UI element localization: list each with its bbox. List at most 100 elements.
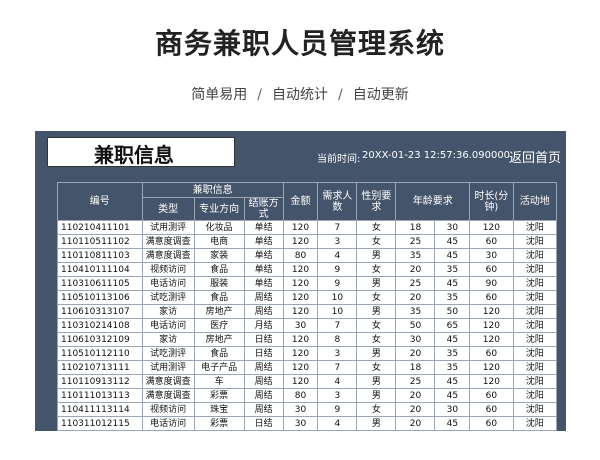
cell-code: 110110511102 <box>57 234 143 249</box>
cell-count: 7 <box>317 220 358 235</box>
cell-gender: 男 <box>356 248 397 263</box>
cell-amount: 80 <box>282 388 319 403</box>
cell-gender: 女 <box>356 360 397 375</box>
cell-amount: 80 <box>282 248 319 263</box>
cell-amount: 120 <box>282 262 319 277</box>
cell-code: 110210713111 <box>57 360 143 375</box>
cell-gender: 男 <box>356 304 397 319</box>
cell-duration: 60 <box>469 290 514 305</box>
cell-duration: 120 <box>469 220 514 235</box>
cell-gender: 男 <box>356 346 397 361</box>
cell-count: 4 <box>317 416 358 431</box>
table-row: 110311012115 电话访问 彩票 日结 30 4 男 20 45 60 沈阳 <box>57 416 558 431</box>
cell-direction: 电商 <box>193 234 245 249</box>
cell-gender: 女 <box>356 220 397 235</box>
cell-direction: 医疗 <box>193 318 245 333</box>
cell-type: 视频访问 <box>141 402 195 417</box>
current-time-value: 20XX-01-23 12:57:36.090000 <box>362 150 511 161</box>
cell-direction: 珠宝 <box>193 402 245 417</box>
table-row: 110610312109 家访 房地产 日结 120 8 女 30 45 120 沈阳 <box>57 332 558 347</box>
cell-age-max: 45 <box>434 388 471 403</box>
cell-type: 电话访问 <box>141 416 195 431</box>
cell-place: 沈阳 <box>512 332 558 347</box>
subtitle-item: 简单易用 <box>191 87 248 103</box>
cell-type: 家访 <box>141 332 195 347</box>
cell-count: 9 <box>317 262 358 277</box>
cell-age-min: 25 <box>395 276 436 291</box>
back-home-link[interactable]: 返回首页 <box>509 147 561 166</box>
cell-settle: 日结 <box>243 332 284 347</box>
cell-duration: 60 <box>469 430 514 431</box>
cell-place: 沈阳 <box>512 402 558 417</box>
cell-age-max: 35 <box>434 262 471 277</box>
cell-count: 7 <box>317 360 358 375</box>
cell-amount: 120 <box>282 290 319 305</box>
cell-settle: 周结 <box>243 290 284 305</box>
table-row: 110110511102 满意度调查 电商 单结 120 3 女 25 45 60 沈阳 <box>57 234 558 249</box>
section-heading: 兼职信息 <box>94 143 174 167</box>
cell-count: 10 <box>317 304 358 319</box>
cell-settle: 单结 <box>243 234 284 249</box>
cell-age-min: 20 <box>395 262 436 277</box>
col-gender-header: 性别要求 <box>356 182 397 221</box>
cell-count: 9 <box>317 276 358 291</box>
cell-code: 110411113114 <box>57 402 143 417</box>
cell-amount: 30 <box>282 402 319 417</box>
cell-direction: 食品 <box>193 290 245 305</box>
cell-type: 家访 <box>141 304 195 319</box>
cell-direction: 彩票 <box>193 416 245 431</box>
subtitle: 简单易用 / 自动统计 / 自动更新 <box>0 84 600 104</box>
table-row: 110310214108 电话访问 医疗 月结 30 7 女 50 65 120 沈阳 <box>57 318 558 333</box>
cell-age-max: 30 <box>434 402 471 417</box>
cell-place: 沈阳 <box>512 290 558 305</box>
table-row: 110510112110 试吃测评 食品 日结 120 3 男 20 35 60 沈阳 <box>57 346 558 361</box>
cell-code: 110110811103 <box>57 248 143 263</box>
cell-age-max: 45 <box>434 332 471 347</box>
cell-count: 3 <box>317 388 358 403</box>
cell-amount: 80 <box>282 430 319 431</box>
cell-amount: 30 <box>282 416 319 431</box>
col-place-header: 活动地 <box>512 182 558 221</box>
cell-settle: 单结 <box>243 248 284 263</box>
cell-age-max: 35 <box>434 290 471 305</box>
cell-settle: 日结 <box>243 346 284 361</box>
cell-duration: 60 <box>469 262 514 277</box>
cell-age-max: 45 <box>434 234 471 249</box>
cell-place: 沈阳 <box>512 304 558 319</box>
cell-duration: 120 <box>469 332 514 347</box>
cell-direction: 房地产 <box>193 332 245 347</box>
cell-place: 沈阳 <box>512 430 558 431</box>
cell-age-max: 35 <box>434 430 471 431</box>
cell-age-max: 45 <box>434 374 471 389</box>
cell-type: 满意度调查 <box>141 248 195 263</box>
cell-settle: 周结 <box>243 388 284 403</box>
table-row: 110610313107 家访 房地产 周结 120 10 男 35 50 120 沈阳 <box>57 304 558 319</box>
cell-age-min: 20 <box>395 388 436 403</box>
cell-age-min: 18 <box>395 360 436 375</box>
cell-direction: 食品 <box>193 262 245 277</box>
cell-amount: 120 <box>282 360 319 375</box>
cell-count: 10 <box>317 290 358 305</box>
cell-gender: 女 <box>356 332 397 347</box>
cell-type: 视频访问 <box>141 262 195 277</box>
cell-settle: 周结 <box>243 360 284 375</box>
cell-code: 110310214108 <box>57 318 143 333</box>
cell-age-max: 45 <box>434 416 471 431</box>
cell-count: 7 <box>317 318 358 333</box>
cell-type: 试用测评 <box>141 220 195 235</box>
col-type-header: 类型 <box>141 197 195 221</box>
cell-settle: 单结 <box>243 276 284 291</box>
table-row: 110210713111 试用测评 电子产品 周结 120 7 女 18 35 120 沈阳 <box>57 360 558 375</box>
cell-place: 沈阳 <box>512 220 558 235</box>
cell-age-max: 45 <box>434 248 471 263</box>
cell-place: 沈阳 <box>512 318 558 333</box>
cell-age-min: 25 <box>395 234 436 249</box>
cell-direction: 车 <box>193 374 245 389</box>
cell-count: 4 <box>317 374 358 389</box>
cell-gender: 女 <box>356 290 397 305</box>
subtitle-item: 自动更新 <box>352 87 409 103</box>
cell-code: 110610312109 <box>57 332 143 347</box>
page-title: 商务兼职人员管理系统 <box>154 27 445 60</box>
table-row: 110510112116试吃测评食品日结806男203560沈阳 <box>57 430 558 431</box>
cell-age-min: 30 <box>395 332 436 347</box>
